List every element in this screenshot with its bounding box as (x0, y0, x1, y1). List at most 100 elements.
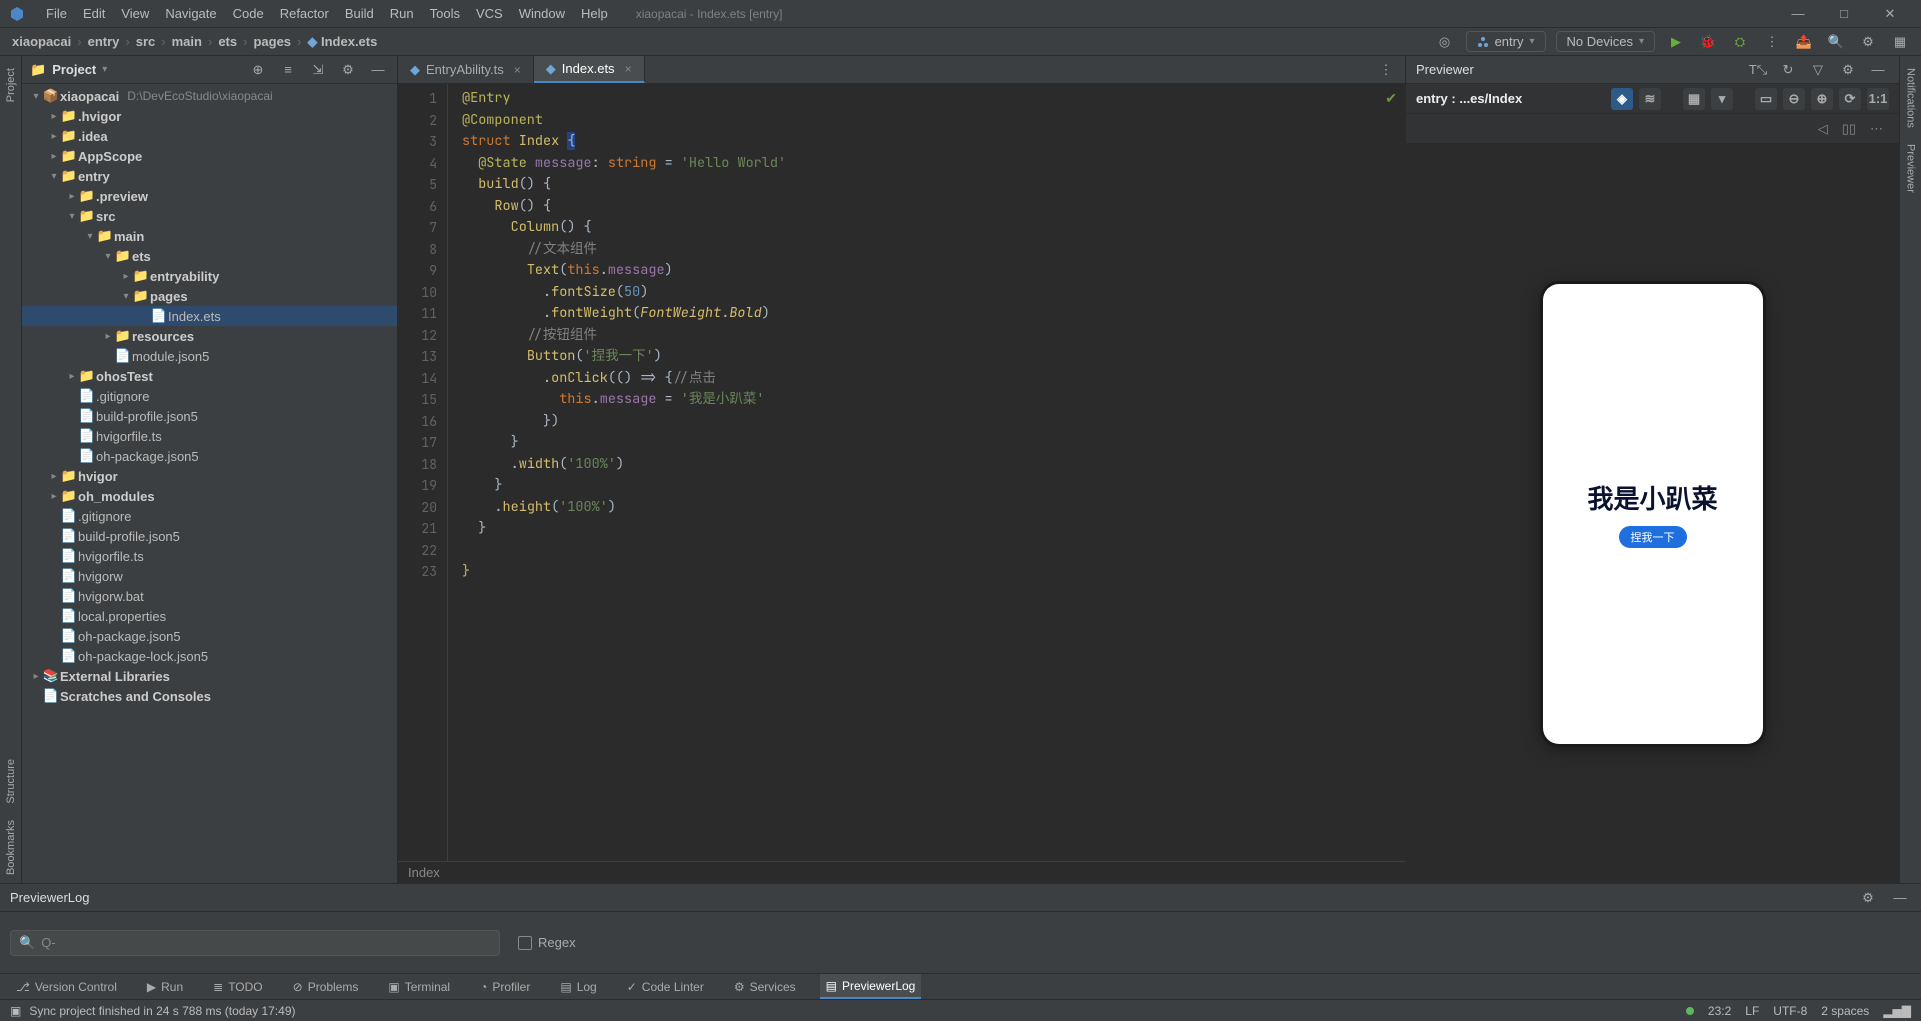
settings-icon[interactable]: ⚙ (1857, 31, 1879, 53)
menu-item-edit[interactable]: Edit (75, 6, 113, 21)
menu-item-refactor[interactable]: Refactor (272, 6, 337, 21)
zoom-out-icon[interactable]: ⊖ (1783, 88, 1805, 110)
tree-item-main[interactable]: ▾📁main (22, 226, 397, 246)
bottom-tab-problems[interactable]: ⊘Problems (287, 974, 365, 999)
zoom-in-icon[interactable]: ⊕ (1811, 88, 1833, 110)
menu-item-run[interactable]: Run (382, 6, 422, 21)
breadcrumbs[interactable]: xiaopacai›entry›src›main›ets›pages›◆ Ind… (10, 34, 379, 50)
rotate-icon[interactable]: ⟳ (1839, 88, 1861, 110)
font-tool-icon[interactable]: T⤡ (1747, 59, 1769, 81)
menu-item-file[interactable]: File (38, 6, 75, 21)
device-combo[interactable]: No Devices ▾ (1556, 31, 1656, 52)
tree-item-scratches-and-consoles[interactable]: 📄Scratches and Consoles (22, 686, 397, 706)
breadcrumb-index.ets[interactable]: ◆ Index.ets (305, 34, 379, 50)
tree-item--gitignore[interactable]: 📄.gitignore (22, 386, 397, 406)
sidebar-tab-bookmarks[interactable]: Bookmarks (3, 812, 19, 883)
tree-item-oh-package-json5[interactable]: 📄oh-package.json5 (22, 626, 397, 646)
editor-body[interactable]: 1234567891011121314151617181920212223 @E… (398, 84, 1405, 861)
locate-icon[interactable]: ◎ (1434, 31, 1456, 53)
tree-item-appscope[interactable]: ▸📁AppScope (22, 146, 397, 166)
tree-item-src[interactable]: ▾📁src (22, 206, 397, 226)
hide-panel-icon[interactable]: — (367, 59, 389, 81)
project-tree[interactable]: ▾📦xiaopacaiD:\DevEcoStudio\xiaopacai▸📁.h… (22, 84, 397, 883)
filter-icon[interactable]: ▽ (1807, 59, 1829, 81)
more-run-icon[interactable]: ⋮ (1761, 31, 1783, 53)
tree-item--gitignore[interactable]: 📄.gitignore (22, 506, 397, 526)
tree-item-index-ets[interactable]: 📄Index.ets (22, 306, 397, 326)
sidebar-tab-notifications[interactable]: Notifications (1903, 60, 1919, 136)
menu-item-vcs[interactable]: VCS (468, 6, 511, 21)
indent[interactable]: 2 spaces (1821, 1004, 1869, 1018)
bottom-tab-profiler[interactable]: ◔Profiler (474, 974, 536, 999)
regex-checkbox[interactable]: Regex (518, 935, 576, 950)
tree-item-entryability[interactable]: ▸📁entryability (22, 266, 397, 286)
gear-icon[interactable]: ⚙ (337, 59, 359, 81)
coverage-button[interactable]: ⛭ (1729, 31, 1751, 53)
fit-icon[interactable]: ▭ (1755, 88, 1777, 110)
minimize-button[interactable]: ― (1775, 0, 1821, 28)
breadcrumb-main[interactable]: main (170, 34, 204, 49)
tree-item-entry[interactable]: ▾📁entry (22, 166, 397, 186)
tree-item-hvigorw-bat[interactable]: 📄hvigorw.bat (22, 586, 397, 606)
line-ending[interactable]: LF (1745, 1004, 1759, 1018)
collapse-icon[interactable]: ≡ (277, 59, 299, 81)
hide-log-icon[interactable]: — (1889, 887, 1911, 909)
tree-item-hvigorfile-ts[interactable]: 📄hvigorfile.ts (22, 426, 397, 446)
run-button[interactable]: ▶ (1665, 31, 1687, 53)
module-combo[interactable]: entry ▾ (1466, 31, 1546, 52)
bottom-tab-todo[interactable]: ≣TODO (207, 974, 269, 999)
maximize-button[interactable]: □ (1821, 0, 1867, 28)
bottom-tab-code-linter[interactable]: ✓Code Linter (621, 974, 710, 999)
bottom-tab-terminal[interactable]: ▣Terminal (382, 974, 456, 999)
search-icon[interactable]: 🔍 (1825, 31, 1847, 53)
split-icon[interactable]: ▯▯ (1842, 121, 1856, 137)
close-icon[interactable]: × (514, 63, 521, 77)
tree-item-ets[interactable]: ▾📁ets (22, 246, 397, 266)
tree-item-build-profile-json5[interactable]: 📄build-profile.json5 (22, 526, 397, 546)
menu-item-window[interactable]: Window (511, 6, 573, 21)
menu-item-view[interactable]: View (113, 6, 157, 21)
gear-icon[interactable]: ⚙ (1857, 887, 1879, 909)
more-icon[interactable]: ⋯ (1870, 121, 1883, 137)
inspector-icon[interactable]: ◈ (1611, 88, 1633, 110)
expand-icon[interactable]: ⇲ (307, 59, 329, 81)
bottom-tab-version-control[interactable]: ⎇Version Control (10, 974, 123, 999)
tree-item-local-properties[interactable]: 📄local.properties (22, 606, 397, 626)
refresh-icon[interactable]: ↻ (1777, 59, 1799, 81)
grid-icon[interactable]: ▦ (1683, 88, 1705, 110)
target-icon[interactable]: ⊕ (247, 59, 269, 81)
tree-item-resources[interactable]: ▸📁resources (22, 326, 397, 346)
close-icon[interactable]: × (625, 62, 632, 76)
preview-button[interactable]: 捏我一下 (1619, 526, 1687, 548)
tree-item-hvigorw[interactable]: 📄hvigorw (22, 566, 397, 586)
bottom-tab-previewerlog[interactable]: ▤PreviewerLog (820, 974, 922, 999)
menu-item-code[interactable]: Code (225, 6, 272, 21)
sidebar-tab-structure[interactable]: Structure (3, 751, 19, 812)
caret-pos[interactable]: 23:2 (1708, 1004, 1731, 1018)
close-button[interactable]: ✕ (1867, 0, 1913, 28)
sidebar-tab-project[interactable]: Project (3, 60, 19, 110)
tree-item--preview[interactable]: ▸📁.preview (22, 186, 397, 206)
tree-item-external-libraries[interactable]: ▸📚External Libraries (22, 666, 397, 686)
tree-item-oh-package-lock-json5[interactable]: 📄oh-package-lock.json5 (22, 646, 397, 666)
tree-item-xiaopacai[interactable]: ▾📦xiaopacaiD:\DevEcoStudio\xiaopacai (22, 86, 397, 106)
encoding[interactable]: UTF-8 (1773, 1004, 1807, 1018)
menu-item-help[interactable]: Help (573, 6, 616, 21)
notifications-icon[interactable]: ▦ (1889, 31, 1911, 53)
tree-item-oh-package-json5[interactable]: 📄oh-package.json5 (22, 446, 397, 466)
editor-code[interactable]: @Entry@Componentstruct Index { @State me… (448, 84, 1405, 861)
tree-item-hvigor[interactable]: ▸📁hvigor (22, 466, 397, 486)
debug-button[interactable]: 🐞 (1697, 31, 1719, 53)
hide-previewer-icon[interactable]: — (1867, 59, 1889, 81)
bottom-tab-run[interactable]: ▶Run (141, 974, 189, 999)
tree-item--hvigor[interactable]: ▸📁.hvigor (22, 106, 397, 126)
editor-more-icon[interactable]: ⋮ (1375, 59, 1397, 81)
memory-indicator-icon[interactable]: ▂▅▇ (1883, 1004, 1911, 1018)
breadcrumb-ets[interactable]: ets (216, 34, 239, 49)
tree-item-hvigorfile-ts[interactable]: 📄hvigorfile.ts (22, 546, 397, 566)
chevron-down-icon[interactable]: ▾ (1711, 88, 1733, 110)
sidebar-tab-previewer[interactable]: Previewer (1903, 136, 1919, 201)
layers-icon[interactable]: ≋ (1639, 88, 1661, 110)
menu-item-navigate[interactable]: Navigate (157, 6, 224, 21)
back-icon[interactable]: ◁ (1818, 121, 1828, 137)
